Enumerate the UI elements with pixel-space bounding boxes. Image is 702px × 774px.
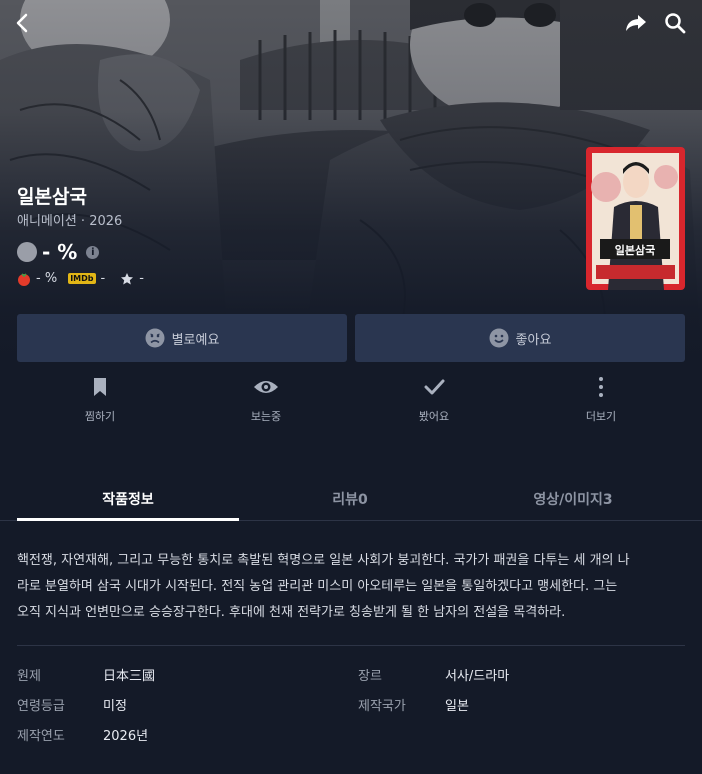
synopsis-line: 핵전쟁, 자연재해, 그리고 무능한 통치로 촉발된 혁명으로 일본 사회가 붕… (17, 553, 630, 568)
action-label: 더보기 (585, 410, 617, 423)
synopsis-line: 라로 분열하며 삼국 시대가 시작된다. 전직 농업 관리관 미스미 아오테루는… (17, 579, 618, 594)
smile-face-icon (489, 328, 509, 348)
more-vertical-icon (599, 377, 603, 397)
back-icon[interactable] (10, 10, 36, 36)
sub-scores: - % IMDb - - (17, 271, 144, 286)
tomato-icon (18, 272, 30, 286)
content-tabs: 작품정보 리뷰0 영상/이미지3 (0, 480, 702, 521)
check-icon (424, 379, 445, 395)
bookmark-icon (94, 378, 106, 396)
watched-action[interactable]: 봤어요 (384, 376, 484, 424)
score-value: - % (42, 240, 78, 264)
action-label: 보는중 (250, 410, 282, 423)
poster-image[interactable]: 일본삼국 (586, 147, 685, 290)
tomato-score: - % (36, 271, 58, 286)
imdb-badge-icon: IMDb (68, 273, 96, 284)
share-icon[interactable] (623, 10, 649, 36)
more-action[interactable]: 더보기 (551, 376, 651, 424)
poster-title: 일본삼국 (615, 243, 655, 257)
year-label: 제작연도 (17, 729, 65, 744)
tab-info[interactable]: 작품정보 (17, 480, 239, 521)
year-value: 2026년 (103, 729, 149, 744)
age-rating-value: 미정 (103, 699, 127, 714)
watching-action[interactable]: 보는중 (216, 376, 316, 424)
like-button[interactable]: 좋아요 (355, 314, 685, 362)
dislike-label: 별로예요 (171, 332, 220, 348)
eye-icon (254, 381, 278, 393)
age-rating-label: 연령등급 (17, 699, 65, 714)
wishlist-action[interactable]: 찜하기 (50, 376, 150, 424)
info-icon[interactable]: i (86, 245, 100, 259)
sad-face-icon (145, 328, 165, 348)
movie-meta: 애니메이션 · 2026 (17, 214, 123, 229)
divider (17, 645, 685, 646)
country-value: 일본 (445, 699, 469, 714)
active-tab-indicator (17, 518, 239, 521)
action-label: 찜하기 (84, 410, 116, 423)
star-score: - (139, 271, 144, 286)
page-title: 일본삼국 (17, 186, 87, 208)
like-label: 좋아요 (515, 332, 552, 348)
tab-media[interactable]: 영상/이미지3 (461, 480, 685, 521)
genre-value: 서사/드라마 (445, 669, 510, 684)
original-title-label: 원제 (17, 669, 41, 684)
action-label: 봤어요 (418, 410, 450, 423)
synopsis-line: 오직 지식과 언변만으로 승승장구한다. 후대에 천재 전략가로 칭송받게 될 … (17, 605, 566, 620)
score-row: - % i (17, 240, 100, 264)
dislike-button[interactable]: 별로예요 (17, 314, 347, 362)
country-label: 제작국가 (358, 699, 406, 714)
original-title-value: 日本三國 (103, 669, 156, 684)
search-icon[interactable] (662, 10, 688, 36)
imdb-score: - (100, 271, 106, 286)
tab-reviews[interactable]: 리뷰0 (239, 480, 461, 521)
genre-label: 장르 (358, 669, 382, 684)
score-circle-icon (17, 242, 37, 262)
synopsis: 핵전쟁, 자연재해, 그리고 무능한 통치로 촉발된 혁명으로 일본 사회가 붕… (17, 548, 689, 626)
star-icon (121, 272, 134, 284)
